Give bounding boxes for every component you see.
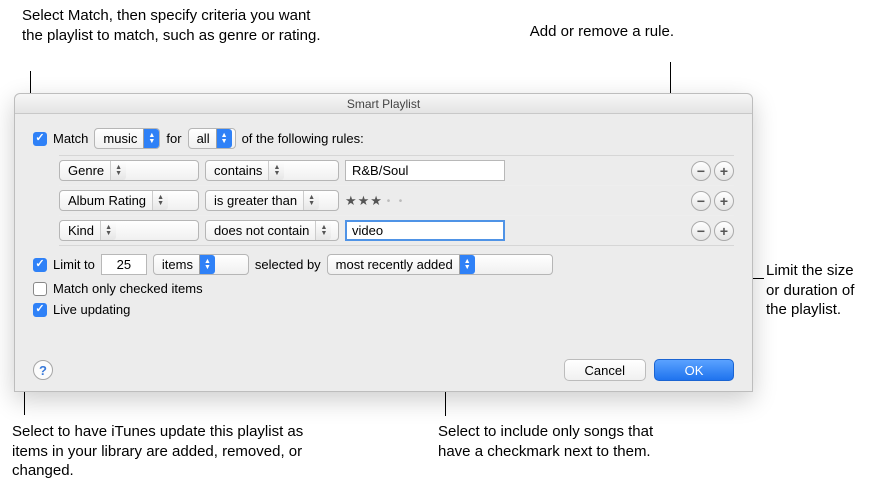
rule-value-stars[interactable]: ★★★ • • <box>345 193 505 209</box>
ok-button[interactable]: OK <box>654 359 734 381</box>
limit-unit-select[interactable]: items ▲▼ <box>153 254 249 275</box>
annotation-checked: Select to include only songs that have a… <box>438 422 668 461</box>
limit-by-value: most recently added <box>336 257 453 272</box>
rule-field-select[interactable]: Genre ▲▼ <box>59 160 199 181</box>
match-suffix-label: of the following rules: <box>242 131 364 146</box>
remove-rule-button[interactable]: − <box>691 191 711 211</box>
match-checkbox[interactable] <box>33 132 47 146</box>
match-row: Match music ▲▼ for all ▲▼ of the followi… <box>33 128 734 149</box>
rule-op-select[interactable]: does not contain ▲▼ <box>205 220 339 241</box>
limit-by-label: selected by <box>255 257 321 272</box>
add-rule-button[interactable]: + <box>714 191 734 211</box>
rule-value-input[interactable]: video <box>345 220 505 241</box>
dialog-footer: ? Cancel OK <box>15 359 752 381</box>
remove-rule-button[interactable]: − <box>691 161 711 181</box>
match-scope-select[interactable]: all ▲▼ <box>188 128 236 149</box>
smart-playlist-dialog: Smart Playlist Match music ▲▼ for all ▲▼… <box>14 93 753 392</box>
checked-only-label: Match only checked items <box>53 281 203 296</box>
dialog-title: Smart Playlist <box>15 94 752 114</box>
add-rule-button[interactable]: + <box>714 161 734 181</box>
rule-op-select[interactable]: contains ▲▼ <box>205 160 339 181</box>
live-updating-row: Live updating <box>33 302 734 317</box>
rule-field-value: Album Rating <box>68 193 146 208</box>
annotation-addremove: Add or remove a rule. <box>524 22 674 42</box>
checked-only-checkbox[interactable] <box>33 282 47 296</box>
limit-label: Limit to <box>53 257 95 272</box>
annotation-limit: Limit the size or duration of the playli… <box>766 261 871 320</box>
rule-value-input[interactable]: R&B/Soul <box>345 160 505 181</box>
rule-op-select[interactable]: is greater than ▲▼ <box>205 190 339 211</box>
match-source-select[interactable]: music ▲▼ <box>94 128 160 149</box>
annotation-match: Select Match, then specify criteria you … <box>22 6 322 45</box>
limit-checkbox[interactable] <box>33 258 47 272</box>
rule-op-value: contains <box>214 163 262 178</box>
live-updating-label: Live updating <box>53 302 130 317</box>
live-updating-checkbox[interactable] <box>33 303 47 317</box>
checked-only-row: Match only checked items <box>33 281 734 296</box>
help-button[interactable]: ? <box>33 360 53 380</box>
limit-row: Limit to 25 items ▲▼ selected by most re… <box>33 254 734 275</box>
rule-op-value: does not contain <box>214 223 309 238</box>
match-scope-value: all <box>197 131 210 146</box>
rule-row: Album Rating ▲▼ is greater than ▲▼ ★★★ •… <box>59 186 734 216</box>
rule-field-value: Genre <box>68 163 104 178</box>
match-label: Match <box>53 131 88 146</box>
match-for-label: for <box>166 131 181 146</box>
rule-row: Kind ▲▼ does not contain ▲▼ video − + <box>59 216 734 245</box>
add-rule-button[interactable]: + <box>714 221 734 241</box>
rule-field-value: Kind <box>68 223 94 238</box>
limit-unit-value: items <box>162 257 193 272</box>
cancel-button[interactable]: Cancel <box>564 359 646 381</box>
rule-op-value: is greater than <box>214 193 297 208</box>
limit-value-input[interactable]: 25 <box>101 254 147 275</box>
rules-container: Genre ▲▼ contains ▲▼ R&B/Soul − + Album … <box>59 155 734 246</box>
limit-by-select[interactable]: most recently added ▲▼ <box>327 254 553 275</box>
match-source-value: music <box>103 131 137 146</box>
rule-field-select[interactable]: Album Rating ▲▼ <box>59 190 199 211</box>
rule-field-select[interactable]: Kind ▲▼ <box>59 220 199 241</box>
rule-row: Genre ▲▼ contains ▲▼ R&B/Soul − + <box>59 156 734 186</box>
remove-rule-button[interactable]: − <box>691 221 711 241</box>
annotation-live: Select to have iTunes update this playli… <box>12 422 312 481</box>
